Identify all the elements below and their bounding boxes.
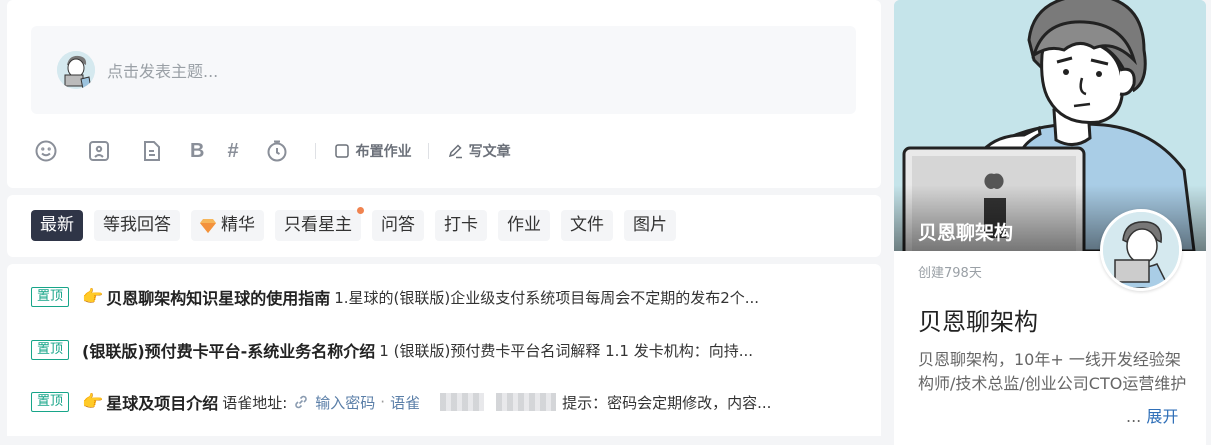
pinned-item[interactable]: 置顶 (银联版)预付费卡平台-系统业务名称介绍 1 (银联版)预付费卡平台名词解… <box>31 337 861 363</box>
pinned-badge: 置顶 <box>31 340 70 360</box>
pinned-title: 星球及项目介绍 <box>106 394 219 413</box>
pen-icon <box>448 144 462 159</box>
filter-featured-label: 精华 <box>221 215 255 235</box>
pinned-badge: 置顶 <box>31 392 70 412</box>
filter-homework-label: 作业 <box>507 215 541 235</box>
pointing-hand-icon: 👉 <box>82 287 104 307</box>
filter-latest[interactable]: 最新 <box>31 210 83 241</box>
password-link-label: 输入密码 <box>315 393 376 412</box>
composer-card: 点击发表主题... B # 布置作业 写文章 <box>7 0 881 188</box>
filter-waiting-answer[interactable]: 等我回答 <box>94 210 180 241</box>
group-profile-card: 贝恩聊架构 创建798天 贝恩聊架构 贝恩聊架构，10年+ 一线开发经验架构师/… <box>894 0 1206 445</box>
write-article-label: 写文章 <box>468 144 511 160</box>
user-avatar <box>57 51 95 89</box>
filter-owner-only[interactable]: 只看星主 <box>275 207 364 241</box>
image-icon[interactable] <box>84 136 114 166</box>
filter-owner-only-label: 只看星主 <box>284 215 352 235</box>
filter-images-label: 图片 <box>633 215 667 235</box>
pinned-prefix: 语雀地址: <box>222 393 288 412</box>
pinned-list: 置顶 👉 贝恩聊架构知识星球的使用指南 1.星球的(银联版)企业级支付系统项目每… <box>7 264 881 436</box>
group-name: 贝恩聊架构 <box>918 308 1038 336</box>
file-icon[interactable] <box>137 136 167 166</box>
filter-files-label: 文件 <box>570 215 604 235</box>
redacted-text <box>440 393 485 411</box>
password-link[interactable]: 输入密码 · 语雀 <box>293 392 420 413</box>
pinned-excerpt: 提示：密码会定期修改，内容... <box>562 393 772 412</box>
filter-qa-label: 问答 <box>381 215 415 235</box>
pinned-title: (银联版)预付费卡平台-系统业务名称介绍 <box>82 342 376 361</box>
expand-button[interactable]: 展开 <box>1146 407 1178 426</box>
pointing-hand-icon: 👉 <box>82 392 104 412</box>
pinned-item[interactable]: 置顶 👉 贝恩聊架构知识星球的使用指南 1.星球的(银联版)企业级支付系统项目每… <box>31 284 861 310</box>
emoji-icon[interactable] <box>31 136 61 166</box>
group-description: 贝恩聊架构，10年+ 一线开发经验架构师/技术总监/创业公司CTO运营维护 <box>918 350 1187 393</box>
filter-waiting-answer-label: 等我回答 <box>103 215 171 235</box>
new-dot <box>357 207 364 214</box>
link-icon <box>295 395 308 409</box>
pinned-badge: 置顶 <box>31 287 70 307</box>
composer-toolbar: B # 布置作业 写文章 <box>31 136 527 166</box>
timer-icon[interactable] <box>262 136 292 166</box>
bold-button[interactable]: B <box>190 136 204 166</box>
filter-checkin-label: 打卡 <box>444 215 478 235</box>
toolbar-divider <box>314 143 316 159</box>
composer-placeholder: 点击发表主题... <box>107 62 219 81</box>
write-article-button[interactable]: 写文章 <box>447 141 511 161</box>
filter-checkin[interactable]: 打卡 <box>435 210 487 241</box>
created-days: 创建798天 <box>918 266 982 281</box>
filter-files[interactable]: 文件 <box>561 210 613 241</box>
diamond-icon <box>200 218 216 233</box>
filter-bar: 最新 等我回答 精华 只看星主 问答 打卡 作业 文件 图片 <box>7 195 881 257</box>
filter-homework[interactable]: 作业 <box>498 210 550 241</box>
assign-homework-label: 布置作业 <box>355 144 412 160</box>
pinned-title: 贝恩聊架构知识星球的使用指南 <box>106 289 331 308</box>
filter-latest-label: 最新 <box>40 215 74 235</box>
filter-images[interactable]: 图片 <box>624 210 676 241</box>
filter-featured[interactable]: 精华 <box>191 210 264 241</box>
link-separator: · <box>380 393 386 411</box>
expand-control: ... 展开 <box>1126 403 1178 427</box>
ellipsis: ... <box>1126 407 1142 426</box>
composer-input[interactable]: 点击发表主题... <box>31 26 856 114</box>
checkbox-icon <box>334 144 349 158</box>
banner-title: 贝恩聊架构 <box>918 222 1014 244</box>
redacted-text <box>496 393 557 411</box>
toolbar-divider <box>427 143 429 159</box>
group-avatar <box>1100 209 1182 291</box>
filter-qa[interactable]: 问答 <box>372 210 424 241</box>
pinned-excerpt: 1.星球的(银联版)企业级支付系统项目每周会不定期的发布2个... <box>334 288 760 307</box>
pinned-excerpt: 1 (银联版)预付费卡平台名词解释 1.1 发卡机构：向持... <box>379 341 754 360</box>
yuque-link-label: 语雀 <box>390 393 421 412</box>
assign-homework-button[interactable]: 布置作业 <box>334 141 412 161</box>
hashtag-button[interactable]: # <box>227 136 238 166</box>
pinned-item[interactable]: 置顶 👉 星球及项目介绍 语雀地址: 输入密码 · 语雀 提示：密码会定期修改，… <box>31 389 861 415</box>
